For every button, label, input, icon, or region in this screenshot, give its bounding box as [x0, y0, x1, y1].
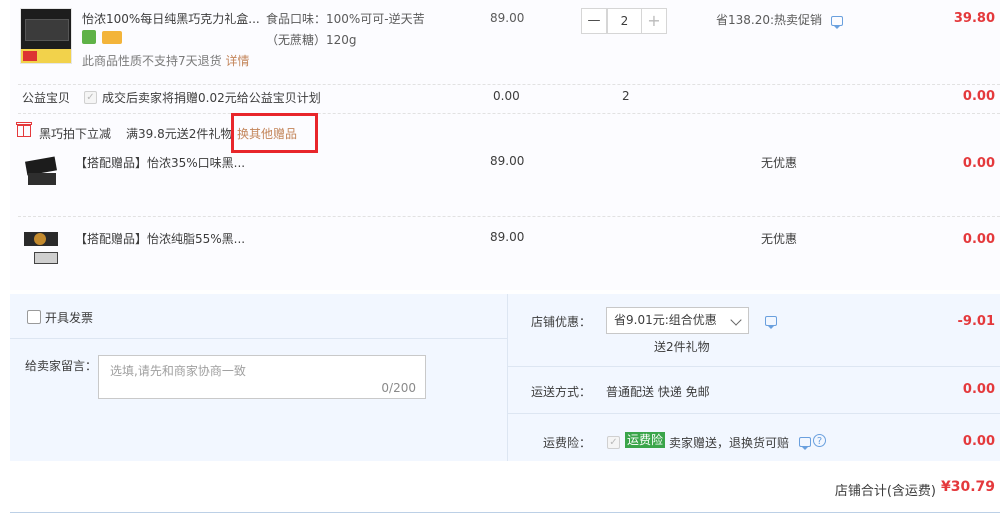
gift-price: 89.00: [490, 230, 525, 244]
gift-total: 0.00: [962, 232, 995, 247]
chat-icon[interactable]: [765, 316, 777, 329]
help-icon[interactable]: ?: [813, 434, 826, 447]
charity-price: 0.00: [493, 89, 520, 103]
message-label: 给卖家留言：: [25, 359, 98, 373]
gift-thumbnail[interactable]: [22, 151, 62, 191]
row-divider: [18, 216, 1000, 217]
return-notice-text: 此商品性质不支持7天退货: [82, 54, 222, 68]
row-divider: [18, 84, 1000, 85]
panel-divider: [507, 294, 508, 461]
charity-total: 0.00: [962, 89, 995, 104]
product-promo: 省138.20:热卖促销: [716, 13, 823, 27]
gift-promo: 无优惠: [761, 232, 798, 246]
shipping-amount: 0.00: [962, 382, 995, 397]
message-input[interactable]: 选填,请先和商家协商一致 0/200: [98, 355, 426, 399]
chat-icon[interactable]: [831, 16, 843, 29]
product-title[interactable]: 怡浓100%每日纯黑巧克力礼盒...: [82, 10, 272, 27]
gift-thumbnail[interactable]: [20, 226, 64, 268]
shop-discount-value: 省9.01元:组合优惠: [614, 313, 717, 327]
shipping-value: 普通配送 快递 免邮: [606, 385, 710, 399]
invoice-label[interactable]: 开具发票: [45, 309, 93, 326]
gift-bar-rule: 满39.8元送2件礼物: [126, 127, 233, 141]
product-icons: [82, 30, 127, 46]
invoice-checkbox[interactable]: [27, 310, 41, 324]
insurance-badge: 运费险: [625, 432, 666, 448]
gift-icon: [16, 122, 32, 137]
chat-icon[interactable]: [799, 437, 811, 450]
product-option-detail: （无蔗糖）120g: [266, 33, 357, 47]
product-thumbnail[interactable]: [20, 8, 72, 64]
shop-discount-sub: 送2件礼物: [654, 340, 710, 354]
message-placeholder: 选填,请先和商家协商一致: [110, 364, 246, 378]
highlight-box: [231, 113, 318, 153]
charity-label: 公益宝贝: [22, 91, 71, 105]
gift-promo: 无优惠: [761, 156, 798, 170]
charity-checkbox: ✓: [84, 91, 97, 104]
gift-bar-title: 黑巧拍下立减: [39, 127, 112, 141]
insurance-label: 运费险：: [543, 436, 592, 450]
insurance-amount: 0.00: [962, 434, 995, 449]
panel-divider: [508, 413, 1000, 414]
quantity-minus-button[interactable]: —: [581, 8, 607, 34]
message-counter: 0/200: [381, 381, 416, 395]
charity-text: 成交后卖家将捐赠0.02元给公益宝贝计划: [102, 91, 321, 105]
gift-title[interactable]: 【搭配赠品】怡浓35%口味黑...: [75, 154, 245, 171]
shipping-label: 运送方式：: [531, 385, 592, 399]
quantity-input[interactable]: 2: [607, 8, 641, 34]
chevron-down-icon: [730, 314, 742, 326]
shop-discount-label: 店铺优惠：: [531, 315, 592, 329]
insurance-text: 卖家赠送，退换货可赔: [669, 436, 790, 450]
charity-quantity: 2: [622, 89, 630, 103]
product-option-label: 食品口味：100%可可-逆天苦: [266, 12, 425, 26]
panel-divider: [10, 338, 507, 339]
shop-total-label: 店铺合计(含运费): [834, 484, 936, 499]
food-safety-icon: [82, 30, 96, 44]
product-total: 39.80: [953, 11, 995, 26]
quantity-plus-button[interactable]: +: [641, 8, 667, 34]
shop-discount-select[interactable]: 省9.01元:组合优惠: [606, 307, 749, 334]
insurance-checkbox: ✓: [607, 436, 620, 449]
card-pay-icon: [102, 31, 122, 44]
panel-divider: [508, 366, 1000, 367]
row-divider: [18, 113, 1000, 114]
gift-total: 0.00: [962, 156, 995, 171]
product-unit-price: 89.00: [490, 11, 525, 25]
detail-link[interactable]: 详情: [225, 54, 249, 68]
shop-discount-amount: -9.01: [957, 314, 995, 329]
gift-title[interactable]: 【搭配赠品】怡浓纯脂55%黑...: [75, 230, 245, 247]
shop-total-value: ¥30.79: [940, 479, 995, 495]
return-notice: 此商品性质不支持7天退货 详情: [82, 52, 249, 69]
gift-price: 89.00: [490, 154, 525, 168]
